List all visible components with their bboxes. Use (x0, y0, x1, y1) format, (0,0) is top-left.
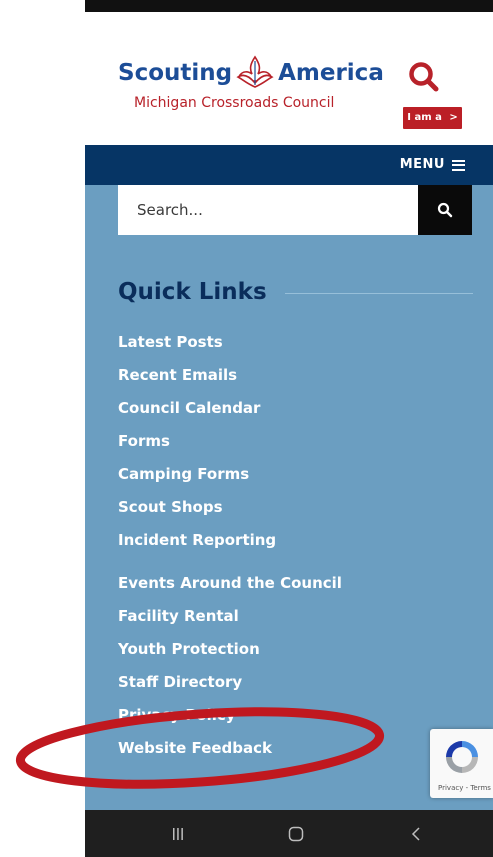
i-am-a-button[interactable]: I am a > (403, 107, 462, 129)
search-submit-button[interactable] (418, 185, 472, 235)
council-name: Michigan Crossroads Council (134, 95, 335, 111)
mobile-screen: Scouting America Michigan Crossroads Cou… (85, 0, 493, 857)
menu-label: MENU (399, 157, 445, 172)
status-bar (85, 0, 493, 12)
site-header: Scouting America Michigan Crossroads Cou… (85, 12, 493, 145)
main-navbar: MENU (85, 145, 493, 185)
recaptcha-icon (446, 741, 478, 773)
recaptcha-links[interactable]: Privacy - Terms (438, 784, 491, 792)
search-icon (437, 202, 453, 218)
link-council-calendar[interactable]: Council Calendar (118, 399, 260, 417)
link-events-around-council[interactable]: Events Around the Council (118, 574, 342, 592)
fleur-de-lis-icon (236, 55, 274, 88)
quick-links-heading: Quick Links (118, 279, 267, 305)
link-forms[interactable]: Forms (118, 432, 170, 450)
logo-wordmark: Scouting America (118, 55, 384, 91)
hamburger-icon (452, 159, 465, 171)
back-icon[interactable] (403, 810, 429, 857)
link-scout-shops[interactable]: Scout Shops (118, 498, 223, 516)
link-privacy-policy[interactable]: Privacy Policy (118, 706, 236, 724)
heading-divider (285, 293, 473, 294)
site-logo[interactable]: Scouting America Michigan Crossroads Cou… (118, 55, 418, 135)
logo-word-scouting: Scouting (118, 60, 233, 86)
home-icon[interactable] (283, 810, 309, 857)
recaptcha-badge[interactable]: Privacy - Terms (430, 729, 493, 798)
link-website-feedback[interactable]: Website Feedback (118, 739, 272, 757)
link-incident-reporting[interactable]: Incident Reporting (118, 531, 276, 549)
search-icon (409, 62, 439, 92)
link-recent-emails[interactable]: Recent Emails (118, 366, 237, 384)
menu-button[interactable]: MENU (400, 145, 465, 185)
i-am-a-label: I am a (407, 112, 442, 123)
sidebar-content: Quick Links Latest Posts Recent Emails C… (85, 185, 493, 810)
link-facility-rental[interactable]: Facility Rental (118, 607, 239, 625)
header-search-button[interactable] (405, 58, 445, 98)
link-latest-posts[interactable]: Latest Posts (118, 333, 223, 351)
search-input[interactable] (118, 185, 418, 235)
search-field[interactable] (118, 185, 418, 235)
android-nav-bar (85, 810, 493, 857)
link-youth-protection[interactable]: Youth Protection (118, 640, 260, 658)
link-camping-forms[interactable]: Camping Forms (118, 465, 249, 483)
recents-icon[interactable] (165, 810, 191, 857)
chevron-right-icon: > (449, 112, 458, 123)
logo-word-america: America (278, 60, 384, 86)
link-staff-directory[interactable]: Staff Directory (118, 673, 242, 691)
